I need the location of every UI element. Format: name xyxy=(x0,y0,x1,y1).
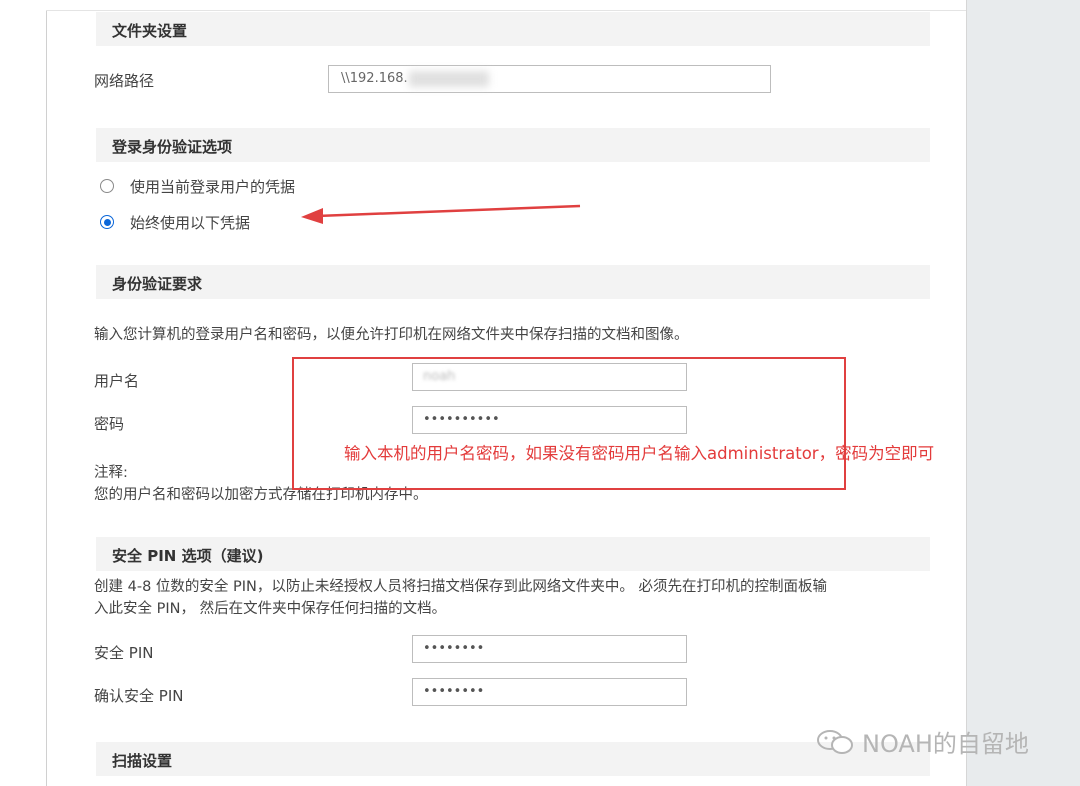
annotation-text: 输入本机的用户名密码，如果没有密码用户名输入administrator，密码为空… xyxy=(344,444,935,463)
pin-description-line1: 创建 4-8 位数的安全 PIN，以防止未经授权人员将扫描文档保存到此网络文件夹… xyxy=(94,579,827,595)
redaction-blur xyxy=(409,71,489,87)
section-title-scan: 扫描设置 xyxy=(112,752,173,770)
network-path-value: \\192.168. xyxy=(341,71,408,86)
username-label: 用户名 xyxy=(94,372,140,390)
radio-always-use-label: 始终使用以下凭据 xyxy=(130,214,251,232)
pin-label: 安全 PIN xyxy=(94,644,154,662)
network-path-label: 网络路径 xyxy=(94,72,155,90)
confirm-pin-value: •••••••• xyxy=(423,684,485,699)
wechat-icon xyxy=(817,730,853,754)
pin-description-line2: 入此安全 PIN， 然后在文件夹中保存任何扫描的文档。 xyxy=(94,601,447,617)
note-title: 注释: xyxy=(94,465,128,481)
section-title-pin: 安全 PIN 选项（建议) xyxy=(112,547,264,565)
radio-always-use[interactable] xyxy=(100,215,114,229)
left-gutter xyxy=(0,0,47,786)
section-header-pin: 安全 PIN 选项（建议) xyxy=(96,537,930,571)
confirm-pin-input[interactable]: •••••••• xyxy=(412,678,687,706)
section-title-folder: 文件夹设置 xyxy=(112,22,188,40)
section-title-login: 登录身份验证选项 xyxy=(112,138,233,156)
annotation-highlight-box xyxy=(292,357,846,490)
section-header-login: 登录身份验证选项 xyxy=(96,128,930,162)
radio-current-user[interactable] xyxy=(100,179,114,193)
confirm-pin-label: 确认安全 PIN xyxy=(94,687,184,705)
pin-value: •••••••• xyxy=(423,641,485,656)
watermark-text: NOAH的自留地 xyxy=(862,730,1029,758)
password-label: 密码 xyxy=(94,415,125,433)
section-header-auth: 身份验证要求 xyxy=(96,265,930,299)
section-header-scan: 扫描设置 xyxy=(96,742,930,776)
section-header-folder: 文件夹设置 xyxy=(96,12,930,46)
right-side-panel xyxy=(966,0,1080,786)
top-border xyxy=(46,0,966,11)
network-path-input[interactable]: \\192.168. xyxy=(328,65,771,93)
section-title-auth: 身份验证要求 xyxy=(112,275,203,293)
annotation-arrow xyxy=(301,204,581,224)
radio-current-user-label: 使用当前登录用户的凭据 xyxy=(130,178,296,196)
pin-input[interactable]: •••••••• xyxy=(412,635,687,663)
auth-description: 输入您计算机的登录用户名和密码，以便允许打印机在网络文件夹中保存扫描的文档和图像… xyxy=(94,327,689,343)
